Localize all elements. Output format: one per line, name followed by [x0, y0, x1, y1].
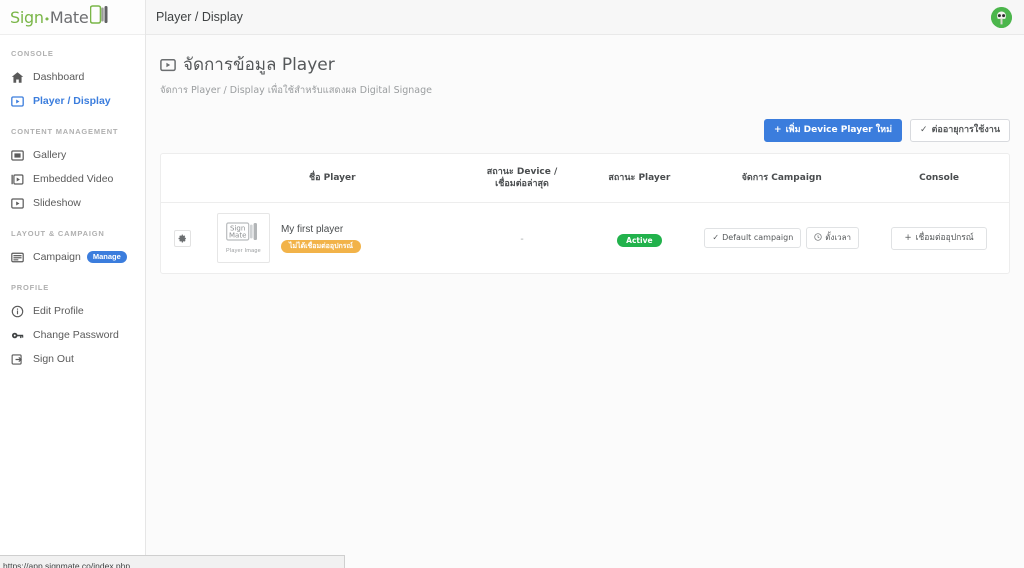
- add-device-player-label: เพิ่ม Device Player ใหม่: [785, 125, 893, 135]
- table-header: ชื่อ Player สถานะ Device / เชื่อมต่อล่าส…: [161, 154, 1009, 204]
- home-icon: [11, 71, 24, 84]
- check-icon: ✓: [920, 125, 928, 135]
- plus-icon: +: [774, 125, 782, 135]
- brand-name-part2: Mate: [49, 7, 89, 27]
- sidebar-item-label: Gallery: [33, 149, 67, 161]
- row-campaign-cell: ✓ Default campaign ตั้งเวลา: [694, 203, 869, 274]
- status-badge: Active: [617, 233, 662, 248]
- player-display-icon: [11, 95, 24, 108]
- sidebar-item-label: Change Password: [33, 329, 119, 341]
- gallery-icon: [11, 149, 24, 162]
- svg-text:Mate: Mate: [229, 232, 246, 240]
- sidebar-item-label: Slideshow: [33, 197, 81, 209]
- brand-name-part1: Sign: [10, 7, 44, 27]
- table-header-row: ชื่อ Player สถานะ Device / เชื่อมต่อล่าส…: [161, 154, 1009, 204]
- row-settings-cell: [161, 203, 205, 274]
- sidebar-item-label: Sign Out: [33, 353, 74, 365]
- sidebar-item-sign-out[interactable]: Sign Out: [0, 347, 145, 371]
- sidebar-item-change-password[interactable]: Change Password: [0, 323, 145, 347]
- player-table-card: ชื่อ Player สถานะ Device / เชื่อมต่อล่าส…: [160, 153, 1010, 275]
- connect-device-button[interactable]: + เชื่อมต่ออุปกรณ์: [891, 227, 987, 250]
- connect-device-label: เชื่อมต่ออุปกรณ์: [915, 233, 974, 244]
- col-header-device-status-line1: สถานะ Device /: [486, 167, 558, 177]
- sidebar-section-content-management: CONTENT MANAGEMENT: [11, 127, 119, 136]
- table-row: Sign Mate Player Image My first player ไ…: [161, 203, 1009, 274]
- embedded-video-icon: [11, 173, 24, 186]
- sidebar-item-edit-profile[interactable]: Edit Profile: [0, 299, 145, 323]
- sidebar-item-label: Edit Profile: [33, 305, 84, 317]
- player-table: ชื่อ Player สถานะ Device / เชื่อมต่อล่าส…: [161, 154, 1009, 273]
- sidebar-item-label: Player / Display: [33, 95, 111, 107]
- page-title: จัดการข้อมูล Player: [183, 55, 335, 75]
- sidebar-item-slideshow[interactable]: Slideshow: [0, 191, 145, 215]
- col-header-campaign: จัดการ Campaign: [694, 154, 870, 204]
- table-body: Sign Mate Player Image My first player ไ…: [161, 203, 1009, 274]
- player-thumbnail-caption: Player Image: [226, 248, 261, 255]
- player-name: My first player: [280, 223, 344, 235]
- col-header-player-name: ชื่อ Player: [204, 154, 460, 204]
- default-campaign-button[interactable]: ✓ Default campaign: [704, 228, 802, 249]
- player-connection-badge: ไม่ได้เชื่อมต่ออุปกรณ์: [280, 239, 362, 253]
- campaign-manage-badge[interactable]: Manage: [86, 251, 127, 263]
- sidebar-item-gallery[interactable]: Gallery: [0, 143, 145, 167]
- avatar[interactable]: [991, 6, 1012, 28]
- breadcrumb: Player / Display: [156, 10, 243, 24]
- schedule-button[interactable]: ตั้งเวลา: [806, 227, 860, 250]
- brand-logo[interactable]: Sign•Mate: [0, 0, 145, 35]
- col-header-console: Console: [869, 154, 1009, 204]
- col-header-player-status: สถานะ Player: [584, 154, 695, 204]
- player-display-icon: [160, 57, 176, 73]
- sidebar-section-layout-campaign: LAYOUT & CAMPAIGN: [11, 229, 105, 238]
- player-thumbnail[interactable]: Sign Mate Player Image: [216, 213, 270, 264]
- sidebar-item-dashboard[interactable]: Dashboard: [0, 65, 145, 89]
- page-subtitle: จัดการ Player / Display เพื่อใช้สำหรับแส…: [160, 85, 432, 96]
- sidebar-item-label: Dashboard: [33, 71, 85, 83]
- player-info: My first player ไม่ได้เชื่อมต่ออุปกรณ์: [280, 223, 362, 253]
- main-area: Player / Display จัดการข้อมูล Player จัด…: [146, 0, 1024, 568]
- browser-status-bar: https://app.signmate.co/index.php: [0, 555, 345, 568]
- clock-icon: [814, 233, 822, 243]
- slideshow-icon: [11, 197, 24, 210]
- sidebar-item-campaign[interactable]: Campaign Manage: [0, 245, 145, 269]
- device-status-value: -: [520, 234, 524, 246]
- sidebar: Sign•Mate CONSOLE Dashboard Player / Dis…: [0, 0, 146, 568]
- row-player-status-cell: Active: [584, 203, 694, 274]
- sidebar-item-label: Embedded Video: [33, 173, 114, 185]
- renew-subscription-button[interactable]: ✓ ต่ออายุการใช้งาน: [910, 119, 1010, 142]
- add-device-player-button[interactable]: + เพิ่ม Device Player ใหม่: [764, 119, 903, 142]
- signmate-display-icon: [90, 4, 108, 30]
- sidebar-section-profile: PROFILE: [11, 283, 50, 292]
- sidebar-item-label: Campaign: [33, 251, 81, 263]
- gear-icon[interactable]: [174, 229, 192, 247]
- renew-subscription-label: ต่ออายุการใช้งาน: [931, 125, 1000, 135]
- app-root: Sign•Mate CONSOLE Dashboard Player / Dis…: [0, 0, 1024, 568]
- status-bar-url: https://app.signmate.co/index.php: [3, 561, 131, 568]
- col-header-gear: [161, 154, 205, 204]
- page-header: จัดการข้อมูล Player: [160, 51, 1010, 78]
- key-icon: [11, 329, 24, 342]
- sidebar-item-player-display[interactable]: Player / Display: [0, 89, 145, 113]
- default-campaign-label: Default campaign: [722, 233, 794, 243]
- row-device-status-cell: -: [460, 203, 585, 274]
- check-icon: ✓: [712, 233, 720, 243]
- action-bar: + เพิ่ม Device Player ใหม่ ✓ ต่ออายุการใ…: [160, 119, 1010, 142]
- plus-icon: +: [904, 233, 912, 244]
- row-player-cell: Sign Mate Player Image My first player ไ…: [205, 203, 460, 274]
- sidebar-item-embedded-video[interactable]: Embedded Video: [0, 167, 145, 191]
- sign-out-icon: [11, 353, 24, 366]
- sidebar-section-console: CONSOLE: [11, 49, 54, 58]
- schedule-label: ตั้งเวลา: [825, 233, 852, 243]
- info-icon: [11, 305, 24, 318]
- campaign-icon: [11, 251, 24, 264]
- col-header-device-status: สถานะ Device / เชื่อมต่อล่าสุด: [459, 154, 585, 204]
- row-console-cell: + เชื่อมต่ออุปกรณ์: [869, 203, 1009, 274]
- topbar: Player / Display: [146, 0, 1024, 35]
- col-header-device-status-line2: เชื่อมต่อล่าสุด: [495, 179, 549, 190]
- content-area: จัดการข้อมูล Player จัดการ Player / Disp…: [146, 35, 1024, 275]
